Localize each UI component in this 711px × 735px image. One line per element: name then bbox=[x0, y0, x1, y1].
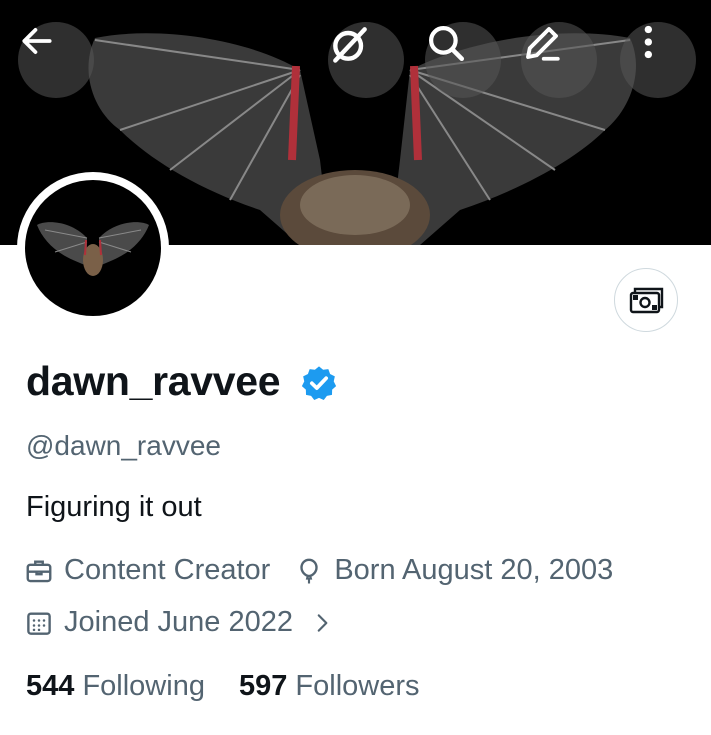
avatar-frame[interactable] bbox=[17, 172, 169, 324]
arrow-left-icon bbox=[22, 28, 52, 54]
edit-pencil-icon bbox=[526, 27, 560, 61]
bat-avatar-image bbox=[37, 222, 149, 276]
balloon-icon bbox=[300, 558, 319, 583]
followers-link[interactable]: 597 Followers bbox=[239, 670, 420, 703]
chevron-right-icon bbox=[317, 613, 328, 632]
verified-badge-icon[interactable] bbox=[300, 364, 338, 402]
more-vertical-icon bbox=[644, 25, 652, 59]
grok-button[interactable] bbox=[328, 22, 404, 98]
bio: Figuring it out bbox=[26, 491, 202, 523]
professional-category[interactable]: Content Creator bbox=[64, 554, 270, 587]
more-button[interactable] bbox=[620, 22, 696, 98]
joined-date: Joined June 2022 bbox=[64, 606, 293, 638]
followers-count: 597 bbox=[238, 670, 288, 702]
profile-meta-row: Content Creator Born August 20, 2003 bbox=[24, 554, 613, 587]
display-name: dawn_ravvee bbox=[26, 358, 281, 404]
joined-row[interactable]: Joined June 2022 bbox=[24, 606, 335, 639]
avatar[interactable] bbox=[25, 180, 161, 316]
following-label: Following bbox=[82, 670, 205, 702]
follow-counts: 544 Following 597 Followers bbox=[26, 670, 420, 703]
money-icon bbox=[629, 287, 664, 314]
briefcase-icon bbox=[26, 559, 52, 582]
calendar-icon bbox=[27, 611, 51, 635]
grok-icon bbox=[333, 27, 367, 63]
back-button[interactable] bbox=[18, 22, 94, 98]
user-handle: @dawn_ravvee bbox=[26, 430, 221, 461]
followers-label: Followers bbox=[295, 670, 420, 702]
following-count: 544 bbox=[26, 670, 75, 702]
search-icon bbox=[429, 26, 465, 62]
following-link[interactable]: 544 Following bbox=[26, 670, 205, 703]
tip-button[interactable] bbox=[614, 268, 678, 332]
birthday-text: Born August 20, 2003 bbox=[334, 554, 614, 586]
search-button[interactable] bbox=[425, 22, 501, 98]
edit-button[interactable] bbox=[521, 22, 597, 98]
